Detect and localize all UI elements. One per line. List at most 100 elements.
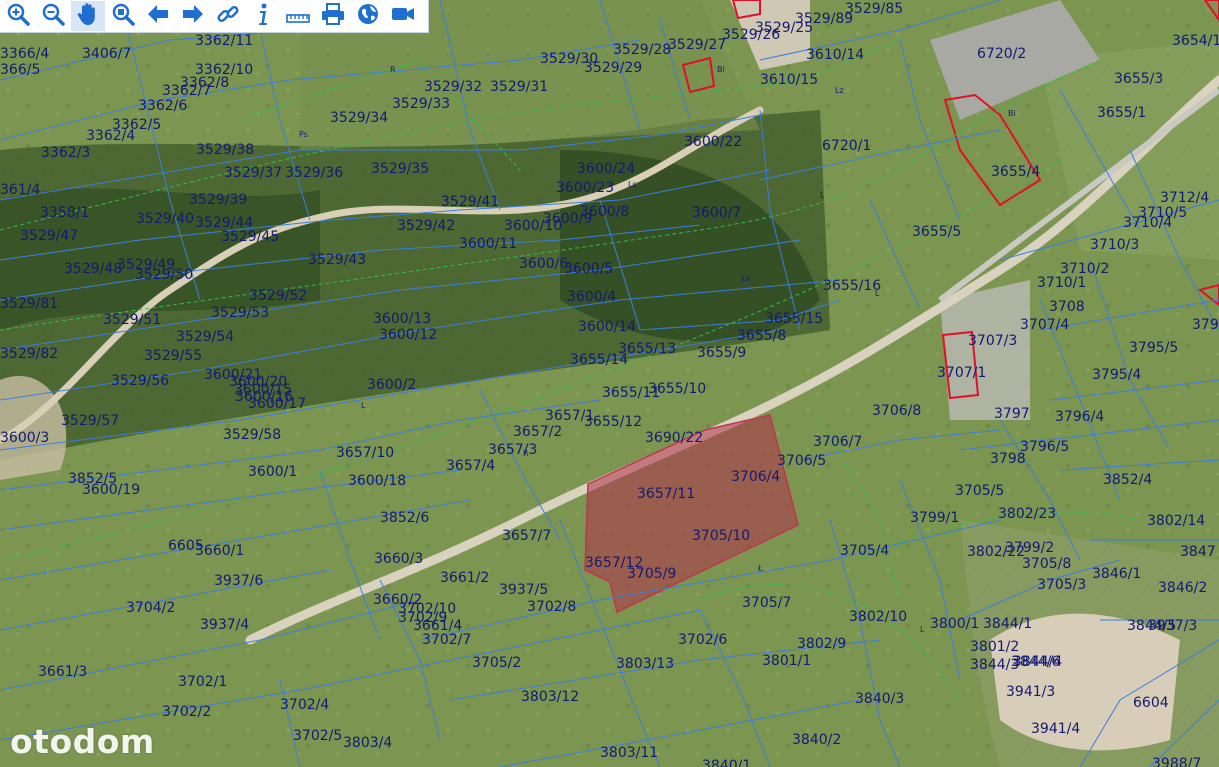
parcel-label: 3795/5 bbox=[1129, 340, 1178, 356]
parcel-label: 3941/3 bbox=[1006, 684, 1055, 700]
parcel-label: 3610/14 bbox=[806, 47, 864, 63]
globe-icon bbox=[355, 1, 381, 31]
landuse-symbol: Bi bbox=[717, 65, 725, 74]
zoom-out-tool-button[interactable] bbox=[36, 1, 70, 31]
globe-tool-button[interactable] bbox=[351, 1, 385, 31]
video-camera-tool-button[interactable] bbox=[386, 1, 420, 31]
parcel-label: 3705/8 bbox=[1022, 556, 1071, 572]
parcel-label: 361/4 bbox=[0, 182, 40, 198]
parcel-label: 3847 bbox=[1180, 544, 1216, 560]
pan-hand-icon bbox=[75, 1, 101, 31]
parcel-label: 3710/3 bbox=[1090, 237, 1139, 253]
parcel-label: 3655/10 bbox=[648, 381, 706, 397]
parcel-label: 3802/9 bbox=[797, 636, 846, 652]
parcel-label: 3600/10 bbox=[504, 218, 562, 234]
landuse-symbol: Ps bbox=[299, 130, 308, 139]
landuse-symbol: R bbox=[390, 65, 396, 74]
parcel-label: 3705/2 bbox=[472, 655, 521, 671]
parcel-label: 3852/6 bbox=[380, 510, 429, 526]
parcel-label: 3657/7 bbox=[502, 528, 551, 544]
parcel-label: 3660/1 bbox=[195, 543, 244, 559]
info-tool-button[interactable] bbox=[246, 1, 280, 31]
pan-hand-tool-button[interactable] bbox=[71, 1, 105, 31]
cadastral-map[interactable]: 3366/4 3406/73362/11366/5 3362/103362/8336… bbox=[0, 0, 1219, 767]
print-icon bbox=[320, 1, 346, 31]
parcel-label: 3795/4 bbox=[1092, 367, 1141, 383]
zoom-window-icon bbox=[110, 1, 136, 31]
parcel-label: 3846/2 bbox=[1158, 580, 1207, 596]
parcel-label: 3937/4 bbox=[200, 617, 249, 633]
parcel-label: 3705/10 bbox=[692, 528, 750, 544]
parcel-label: 3937/6 bbox=[214, 573, 263, 589]
forward-arrow-icon bbox=[180, 1, 206, 31]
link-tool-button[interactable] bbox=[211, 1, 245, 31]
measure-ruler-tool-button[interactable] bbox=[281, 1, 315, 31]
parcel-label: 3529/81 bbox=[0, 296, 58, 312]
parcel-label: 3937/3 bbox=[1148, 618, 1197, 634]
parcel-label: 3840/1 bbox=[702, 758, 751, 767]
parcel-label: 3803/4 bbox=[343, 735, 392, 751]
landuse-symbol: L bbox=[820, 191, 825, 200]
parcel-label: 3529/31 bbox=[490, 79, 548, 95]
parcel-label: 3362/7 bbox=[162, 83, 211, 99]
parcel-label: 3529/85 bbox=[845, 1, 903, 17]
parcel-label: 3803/11 bbox=[600, 745, 658, 761]
parcel-label: 3797 bbox=[994, 406, 1030, 422]
parcel-label: 3366/4 bbox=[0, 46, 49, 62]
parcel-label: 3600/11 bbox=[459, 236, 517, 252]
parcel-label: 366/5 bbox=[0, 62, 40, 78]
parcel-label: 3655/12 bbox=[584, 414, 642, 430]
parcel-label: 3362/11 bbox=[195, 33, 253, 49]
parcel-label: 3600/4 bbox=[567, 289, 616, 305]
parcel-label: 3799/1 bbox=[910, 510, 959, 526]
parcel-label: 3529/36 bbox=[285, 165, 343, 181]
zoom-in-icon bbox=[5, 1, 31, 31]
parcel-label: 3529/56 bbox=[111, 373, 169, 389]
parcel-label: 3705/9 bbox=[627, 566, 676, 582]
parcel-label: 3529/57 bbox=[61, 413, 119, 429]
landuse-symbol: Lz bbox=[835, 86, 844, 95]
parcel-label: 3600/14 bbox=[578, 319, 636, 335]
parcel-label: 3690/22 bbox=[645, 430, 703, 446]
otodom-watermark: otodom bbox=[10, 722, 155, 761]
info-icon bbox=[250, 1, 276, 31]
parcel-label: 3600/7 bbox=[692, 205, 741, 221]
parcel-label: 3529/28 bbox=[613, 42, 671, 58]
parcel-label: 3710/4 bbox=[1123, 215, 1172, 231]
parcel-label: 3840/3 bbox=[855, 691, 904, 707]
parcel-label: 3529/52 bbox=[249, 288, 307, 304]
zoom-window-tool-button[interactable] bbox=[106, 1, 140, 31]
map-toolbar bbox=[0, 0, 429, 33]
parcel-label: 3657/2 bbox=[513, 424, 562, 440]
parcel-label: 3529/41 bbox=[441, 194, 499, 210]
parcel-label: 3600/12 bbox=[379, 327, 437, 343]
parcel-label: 6604 bbox=[1133, 695, 1169, 711]
parcel-label: 3529/45 bbox=[221, 229, 279, 245]
print-tool-button[interactable] bbox=[316, 1, 350, 31]
parcel-label: 3655/16 bbox=[823, 278, 881, 294]
parcel-label: 3529/51 bbox=[103, 312, 161, 328]
parcel-label: 3803/13 bbox=[616, 656, 674, 672]
parcel-label: 3941/4 bbox=[1031, 721, 1080, 737]
parcel-label: 3657/11 bbox=[637, 486, 695, 502]
parcel-label: 3702/6 bbox=[678, 632, 727, 648]
parcel-label: 3600/1 bbox=[248, 464, 297, 480]
parcel-label: 3529/35 bbox=[371, 161, 429, 177]
landuse-symbol: R bbox=[523, 449, 529, 458]
parcel-label: 3702/2 bbox=[162, 704, 211, 720]
parcel-label: 3600/23 bbox=[556, 180, 614, 196]
forward-arrow-tool-button[interactable] bbox=[176, 1, 210, 31]
parcel-label: 3802/10 bbox=[849, 609, 907, 625]
landuse-symbol: L bbox=[920, 625, 925, 634]
parcel-label: 6720/2 bbox=[977, 46, 1026, 62]
parcel-label: 3655/1 bbox=[1097, 105, 1146, 121]
parcel-label: 3529/32 bbox=[424, 79, 482, 95]
landuse-symbol: Ł bbox=[757, 564, 763, 573]
measure-ruler-icon bbox=[285, 1, 311, 31]
parcel-label: 3362/6 bbox=[138, 98, 187, 114]
parcel-label: 3600/24 bbox=[577, 161, 635, 177]
back-arrow-tool-button[interactable] bbox=[141, 1, 175, 31]
zoom-in-tool-button[interactable] bbox=[1, 1, 35, 31]
parcel-label: 3362/4 bbox=[86, 128, 135, 144]
back-arrow-icon bbox=[145, 1, 171, 31]
